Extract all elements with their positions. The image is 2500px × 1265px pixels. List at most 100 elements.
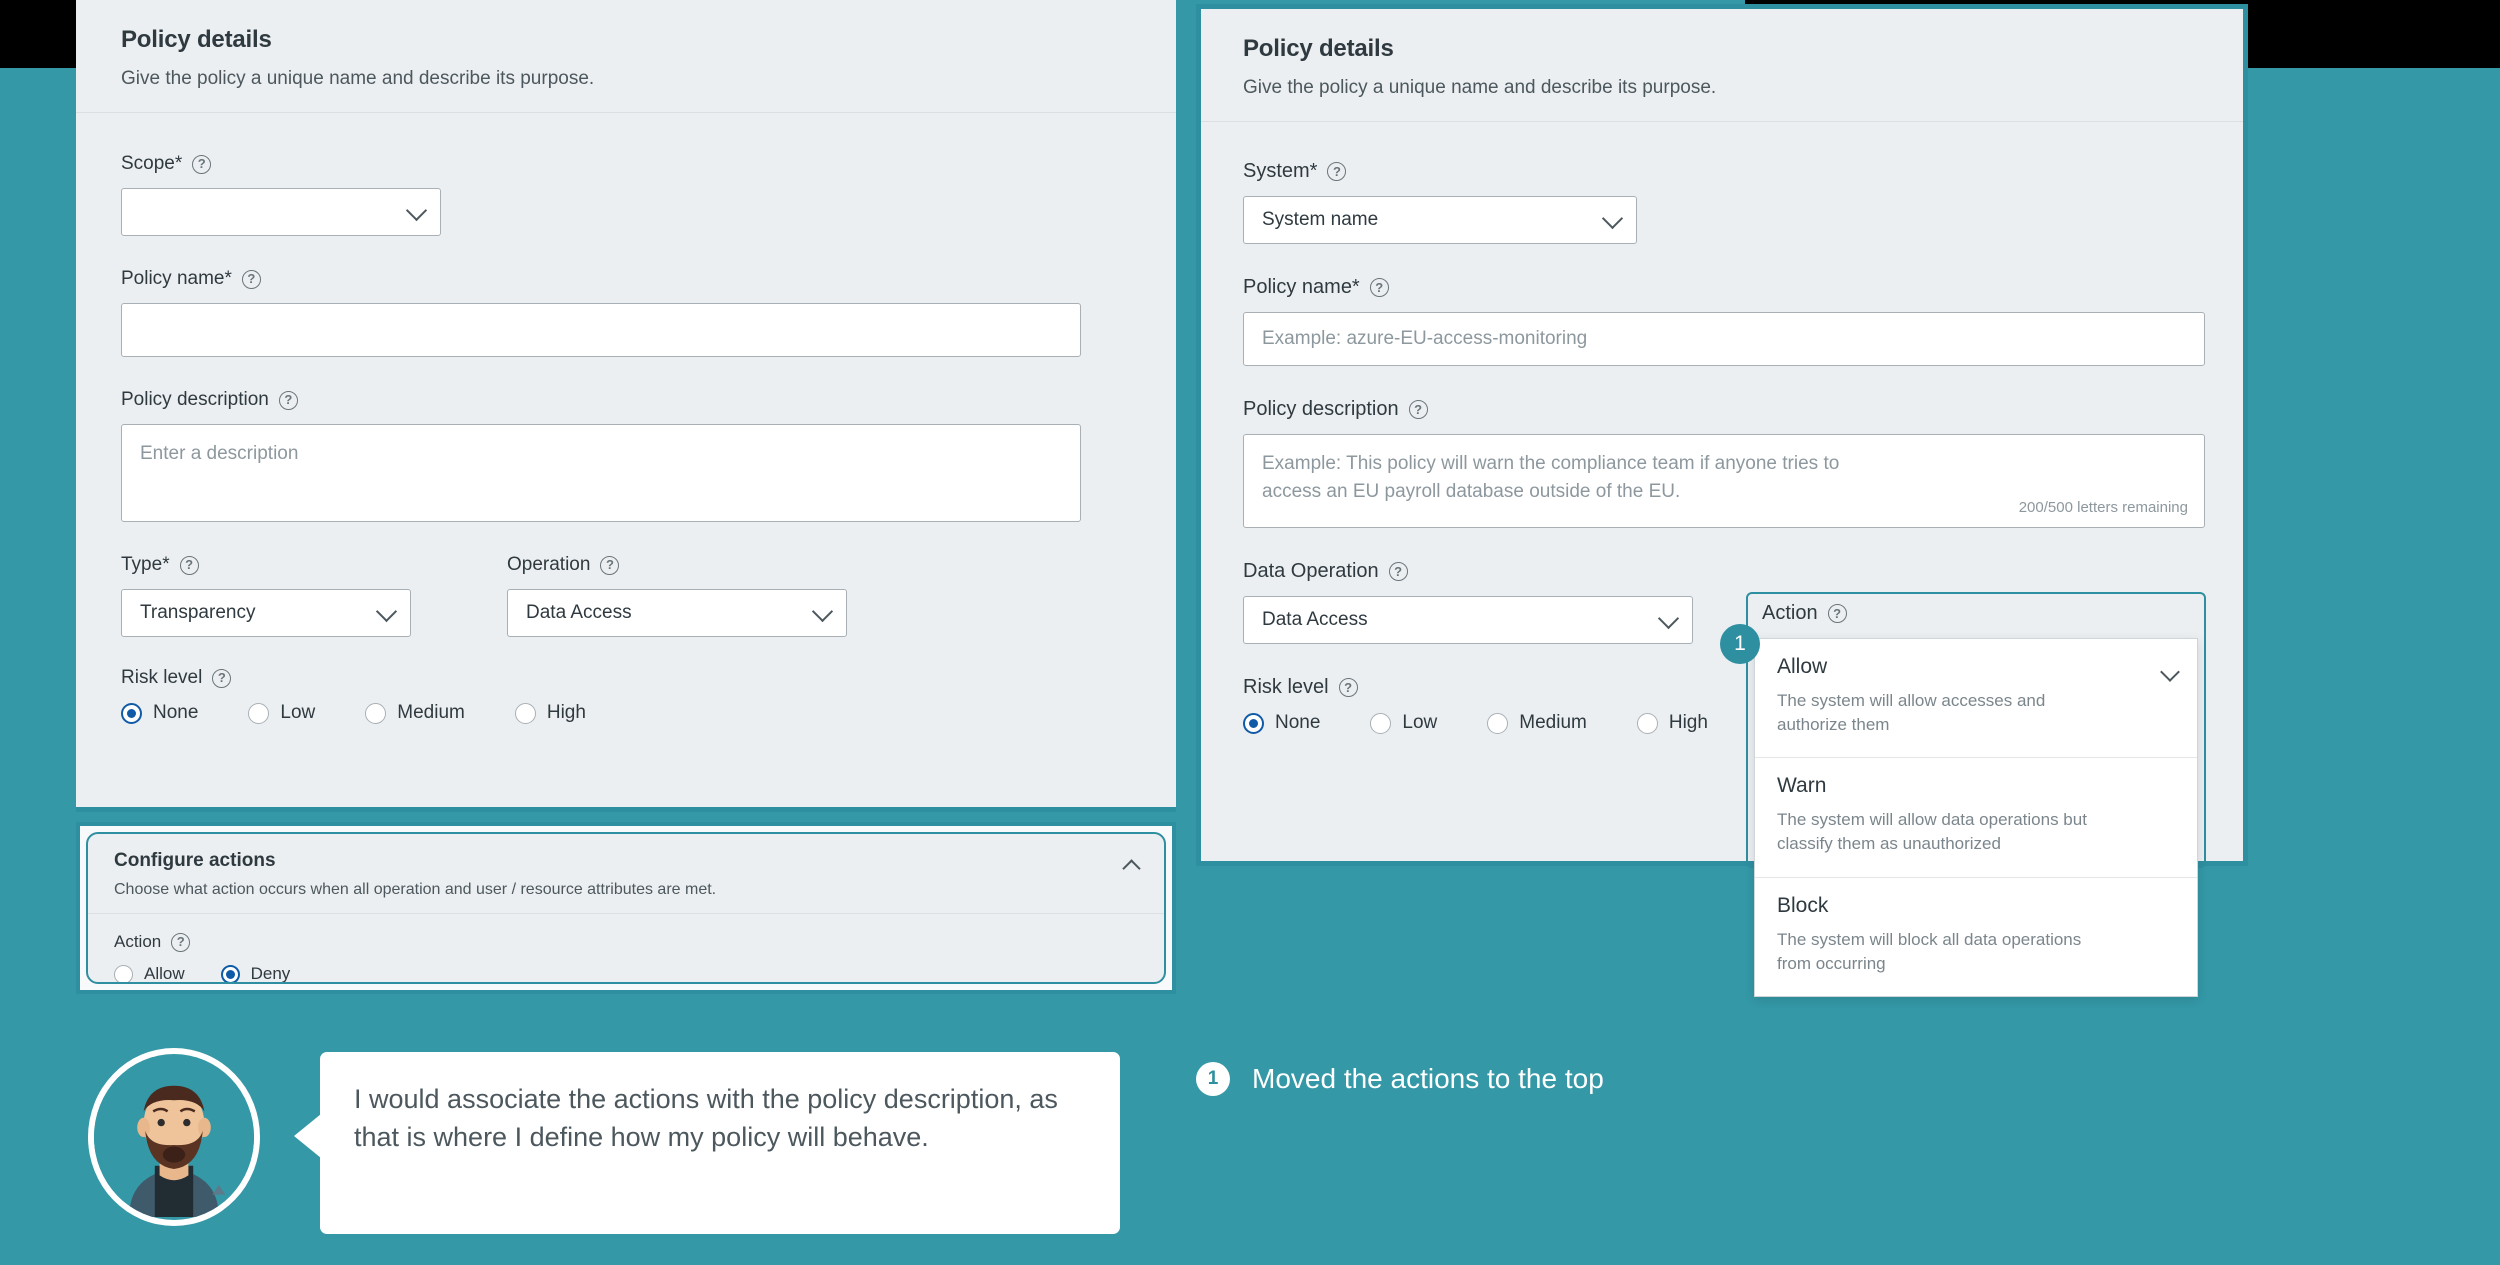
radio-indicator [248, 703, 269, 724]
configure-action-label-row: Action ? [114, 932, 1138, 952]
scope-field: Scope* ? [121, 153, 1131, 236]
action-option-block[interactable]: Block The system will block all data ope… [1755, 878, 2197, 996]
data-operation-value: Data Access [1262, 609, 1368, 631]
chevron-down-icon [812, 601, 833, 622]
policy-name-input[interactable]: Example: azure-EU-access-monitoring [1243, 312, 2205, 366]
operation-label: Operation [507, 554, 590, 576]
policy-details-header-left: Policy details Give the policy a unique … [76, 0, 1176, 113]
policy-name-input[interactable] [121, 303, 1081, 357]
scope-label-row: Scope* ? [121, 153, 1131, 175]
system-label: System* [1243, 160, 1317, 183]
chevron-down-icon [406, 200, 427, 221]
system-field: System* ? System name [1243, 160, 2201, 244]
risk-level-field: Risk level ? None Low Medium [121, 667, 1131, 724]
type-select[interactable]: Transparency [121, 589, 411, 637]
type-operation-row: Type* ? Transparency Operation ? Data Ac… [121, 554, 1131, 667]
system-select[interactable]: System name [1243, 196, 1637, 244]
risk-option-medium[interactable]: Medium [365, 702, 465, 724]
operation-value: Data Access [526, 602, 632, 624]
policy-name-label: Policy name* [1243, 276, 1360, 299]
risk-option-label: Low [280, 702, 315, 724]
question-mark-circle-icon[interactable]: ? [1339, 678, 1358, 697]
question-mark-circle-icon[interactable]: ? [1370, 278, 1389, 297]
action-label: Action [1762, 602, 1818, 625]
question-mark-circle-icon[interactable]: ? [212, 669, 231, 688]
question-mark-circle-icon[interactable]: ? [1828, 604, 1847, 623]
annotation-legend-text: Moved the actions to the top [1252, 1063, 1604, 1095]
risk-option-label: High [1669, 712, 1708, 734]
type-label: Type* [121, 554, 170, 576]
question-mark-circle-icon[interactable]: ? [1327, 162, 1346, 181]
policy-description-placeholder: Example: This policy will warn the compl… [1262, 450, 1902, 505]
question-mark-circle-icon[interactable]: ? [192, 155, 211, 174]
policy-details-header-right: Policy details Give the policy a unique … [1201, 9, 2243, 122]
question-mark-circle-icon[interactable]: ? [600, 556, 619, 575]
policy-description-textarea[interactable]: Example: This policy will warn the compl… [1243, 434, 2205, 528]
user-quote-text: I would associate the actions with the p… [354, 1084, 1058, 1152]
action-option-warn[interactable]: Warn The system will allow data operatio… [1755, 758, 2197, 877]
policy-description-placeholder: Enter a description [140, 443, 298, 464]
policy-name-field: Policy name* ? Example: azure-EU-access-… [1243, 276, 2201, 366]
operation-select[interactable]: Data Access [507, 589, 847, 637]
configure-actions-title: Configure actions [114, 850, 1138, 872]
risk-option-high[interactable]: High [1637, 712, 1708, 734]
question-mark-circle-icon[interactable]: ? [171, 933, 190, 952]
action-option-allow[interactable]: Allow The system will allow accesses and… [1755, 639, 2197, 758]
risk-option-label: Medium [397, 702, 465, 724]
policy-description-label-row: Policy description ? [121, 389, 1131, 411]
question-mark-circle-icon[interactable]: ? [180, 556, 199, 575]
policy-name-label: Policy name* [121, 268, 232, 290]
policy-description-field: Policy description ? Enter a description [121, 389, 1131, 522]
question-mark-circle-icon[interactable]: ? [242, 270, 261, 289]
radio-indicator [1243, 713, 1264, 734]
character-counter: 200/500 letters remaining [2019, 497, 2188, 519]
risk-option-high[interactable]: High [515, 702, 586, 724]
radio-indicator [365, 703, 386, 724]
policy-description-label: Policy description [121, 389, 269, 411]
risk-option-low[interactable]: Low [248, 702, 315, 724]
configure-actions-subtitle: Choose what action occurs when all opera… [114, 881, 1138, 899]
data-operation-select[interactable]: Data Access [1243, 596, 1693, 644]
radio-indicator [121, 703, 142, 724]
configure-actions-body: Action ? Allow Deny [88, 914, 1164, 984]
annotation-badge-1: 1 [1720, 624, 1760, 664]
policy-description-textarea[interactable]: Enter a description [121, 424, 1081, 522]
risk-option-low[interactable]: Low [1370, 712, 1437, 734]
risk-option-label: Medium [1519, 712, 1587, 734]
action-option-description: The system will allow data operations bu… [1777, 808, 2107, 856]
operation-label-row: Operation ? [507, 554, 847, 576]
operation-field: Operation ? Data Access [507, 554, 847, 637]
risk-level-label-row: Risk level ? [121, 667, 1131, 689]
left-policy-form-panel: Policy details Give the policy a unique … [76, 0, 1176, 1020]
user-avatar-bearded-man [88, 1048, 260, 1226]
action-option-description: The system will allow accesses and autho… [1777, 689, 2107, 737]
radio-indicator [1487, 713, 1508, 734]
action-option-title: Warn [1777, 774, 2175, 798]
user-quote-bubble: I would associate the actions with the p… [320, 1052, 1120, 1234]
question-mark-circle-icon[interactable]: ? [279, 391, 298, 410]
risk-option-none[interactable]: None [1243, 712, 1320, 734]
scope-select[interactable] [121, 188, 441, 236]
page-title: Policy details [1243, 35, 2201, 63]
question-mark-circle-icon[interactable]: ? [1409, 400, 1428, 419]
question-mark-circle-icon[interactable]: ? [1389, 562, 1408, 581]
configure-actions-header[interactable]: Configure actions Choose what action occ… [88, 834, 1164, 914]
chevron-down-icon [1602, 208, 1623, 229]
action-option-allow[interactable]: Allow [114, 964, 185, 984]
annotation-legend: 1 Moved the actions to the top [1196, 1062, 1604, 1096]
action-option-deny[interactable]: Deny [221, 964, 291, 984]
chevron-down-icon [376, 601, 397, 622]
policy-details-body-left: Scope* ? Policy name* ? P [76, 113, 1176, 776]
risk-option-label: None [1275, 712, 1320, 734]
policy-name-placeholder: Example: azure-EU-access-monitoring [1262, 328, 1587, 350]
annotation-legend-badge: 1 [1196, 1062, 1230, 1096]
policy-description-label-row: Policy description ? [1243, 398, 2201, 421]
risk-option-label: High [547, 702, 586, 724]
radio-indicator [1370, 713, 1391, 734]
type-field: Type* ? Transparency [121, 554, 411, 637]
risk-option-medium[interactable]: Medium [1487, 712, 1587, 734]
radio-indicator [114, 965, 133, 984]
risk-level-label: Risk level [121, 667, 202, 689]
action-option-label: Allow [144, 964, 185, 984]
risk-option-none[interactable]: None [121, 702, 198, 724]
